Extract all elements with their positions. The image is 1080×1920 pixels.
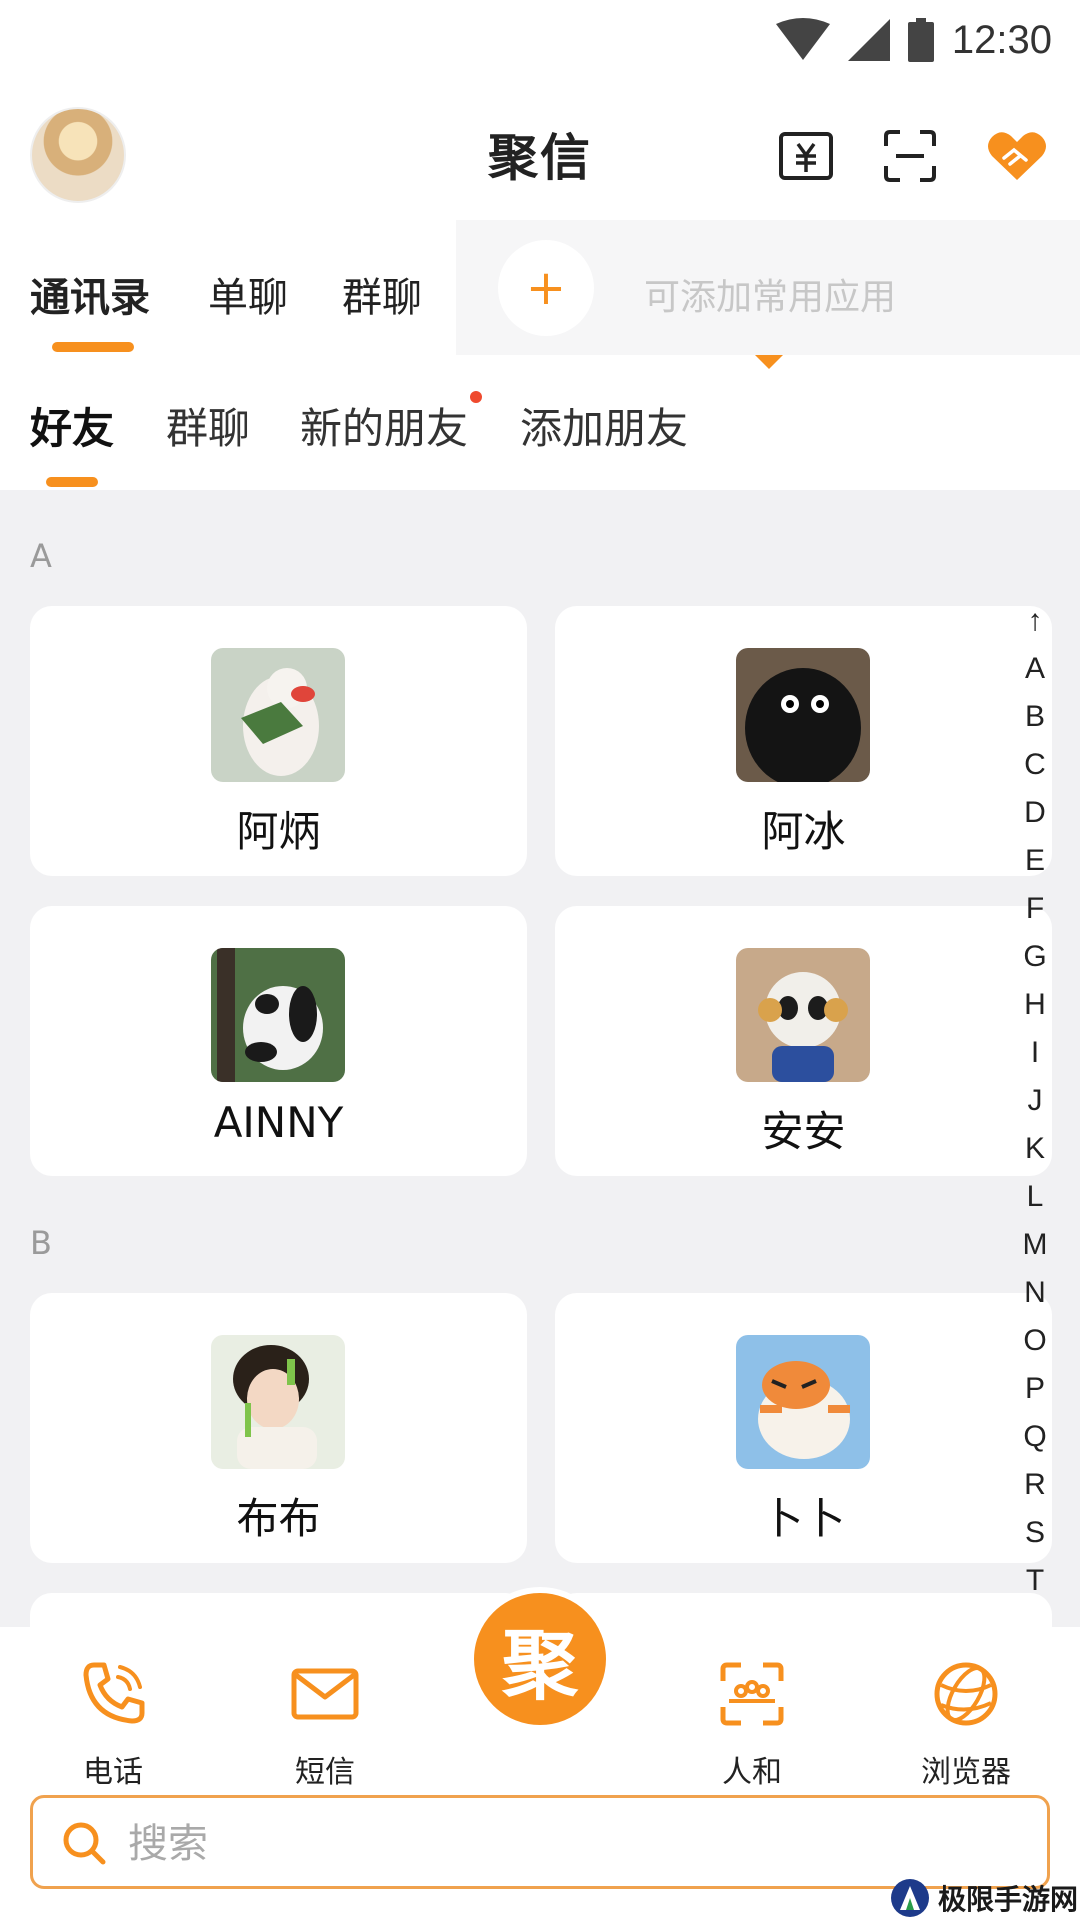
mail-icon (291, 1668, 359, 1720)
avatar (736, 948, 870, 1082)
contact-card[interactable]: 阿冰 (555, 606, 1052, 876)
top-tabs-group: 通讯录 单聊 群聊 (0, 220, 456, 355)
contact-name: 卜卜 (761, 1494, 846, 1543)
index-letter[interactable]: Q (1018, 1413, 1052, 1461)
top-tab-bar: 通讯录 单聊 群聊 + 可添加常用应用 (0, 220, 1080, 355)
new-friends-badge (470, 391, 482, 403)
handshake-heart-icon[interactable] (986, 128, 1048, 184)
contact-name: 布布 (236, 1494, 321, 1543)
app-header: 聚信 (0, 80, 1080, 220)
tab-contacts[interactable]: 通讯录 (30, 265, 150, 323)
index-letter[interactable]: C (1018, 741, 1052, 789)
index-letter[interactable]: S (1018, 1509, 1052, 1557)
index-letter[interactable]: A (1018, 645, 1052, 693)
index-letter[interactable]: B (1018, 693, 1052, 741)
contact-card[interactable]: AINNY (30, 906, 527, 1176)
battery-icon (907, 18, 934, 62)
index-letter[interactable]: O (1018, 1317, 1052, 1365)
nav-phone[interactable]: 电话 (43, 1657, 183, 1791)
tab-friends[interactable]: 好友 (30, 395, 114, 456)
nav-sms[interactable]: 短信 (255, 1657, 395, 1791)
phone-icon (83, 1662, 145, 1724)
contact-card[interactable]: 卜卜 (555, 1293, 1052, 1563)
index-letter[interactable]: K (1018, 1125, 1052, 1173)
avatar (736, 648, 870, 782)
index-letter[interactable]: H (1018, 981, 1052, 1029)
nav-browser-label: 浏览器 (921, 1755, 1011, 1790)
clock: 12:30 (951, 17, 1052, 62)
alphabet-index[interactable]: ↑ A B C D E F G H I J K L M N O P Q R S … (1018, 597, 1052, 1605)
index-letter[interactable]: F (1018, 885, 1052, 933)
index-letter[interactable]: M (1018, 1221, 1052, 1269)
contact-card[interactable]: 布布 (30, 1293, 527, 1563)
index-letter[interactable]: P (1018, 1365, 1052, 1413)
active-tab-indicator (52, 342, 134, 352)
watermark-logo-icon (891, 1879, 929, 1917)
people-icon (720, 1662, 784, 1726)
index-letter[interactable]: D (1018, 789, 1052, 837)
wallet-yuan-icon[interactable] (778, 128, 834, 184)
sub-tab-bar: 好友 群聊 新的朋友 添加朋友 (0, 355, 1080, 490)
add-app-hint: 可添加常用应用 (644, 277, 897, 318)
section-header-a: A (30, 537, 52, 575)
nav-sms-label: 短信 (295, 1755, 355, 1790)
tab-single-chat[interactable]: 单聊 (208, 265, 288, 323)
scan-icon[interactable] (882, 128, 938, 184)
contact-card-partial[interactable] (555, 1593, 1052, 1627)
signal-icon (847, 19, 890, 61)
watermark: 极限手游网 (890, 1876, 1078, 1920)
index-top[interactable]: ↑ (1018, 597, 1052, 645)
contact-name: 阿炳 (236, 807, 321, 856)
nav-renhe-label: 人和 (722, 1755, 782, 1790)
index-letter[interactable]: I (1018, 1029, 1052, 1077)
contact-name: AINNY (213, 1098, 344, 1147)
active-subtab-indicator (46, 477, 98, 487)
watermark-text: 极限手游网 (938, 1883, 1079, 1916)
contact-name: 阿冰 (761, 807, 846, 856)
add-app-button[interactable]: + (498, 240, 594, 336)
avatar (211, 648, 345, 782)
tab-groups[interactable]: 群聊 (166, 395, 250, 456)
section-header-b: B (30, 1224, 52, 1262)
index-letter[interactable]: E (1018, 837, 1052, 885)
index-letter[interactable]: G (1018, 933, 1052, 981)
contact-card[interactable]: 安安 (555, 906, 1052, 1176)
index-letter[interactable]: L (1018, 1173, 1052, 1221)
contact-card-partial[interactable] (30, 1593, 527, 1627)
contact-name: 安安 (761, 1107, 846, 1156)
app-screen: 12:30 聚信 通讯录 单聊 群聊 + 可添加常用应用 好友 群聊 新的朋友 … (0, 0, 1080, 1920)
wifi-icon (775, 18, 830, 60)
index-letter[interactable]: T (1018, 1557, 1052, 1605)
nav-phone-label: 电话 (83, 1755, 143, 1790)
avatar (211, 1335, 345, 1469)
index-letter[interactable]: R (1018, 1461, 1052, 1509)
index-letter[interactable]: J (1018, 1077, 1052, 1125)
status-bar: 12:30 (0, 0, 1080, 80)
avatar (211, 948, 345, 1082)
tab-group-chat[interactable]: 群聊 (342, 265, 422, 323)
contact-card[interactable]: 阿炳 (30, 606, 527, 876)
search-input[interactable] (128, 1816, 1008, 1872)
nav-renhe[interactable]: 人和 (682, 1657, 822, 1791)
search-icon (63, 1822, 106, 1865)
dropdown-caret-icon (755, 355, 783, 369)
index-letter[interactable]: N (1018, 1269, 1052, 1317)
tab-new-friends[interactable]: 新的朋友 (300, 395, 468, 456)
nav-browser[interactable]: 浏览器 (896, 1657, 1036, 1791)
avatar (736, 1335, 870, 1469)
search-bar[interactable] (30, 1795, 1050, 1889)
globe-icon (934, 1662, 998, 1726)
tab-add-friend[interactable]: 添加朋友 (520, 395, 688, 456)
ju-center-button[interactable]: 聚 (468, 1587, 612, 1731)
